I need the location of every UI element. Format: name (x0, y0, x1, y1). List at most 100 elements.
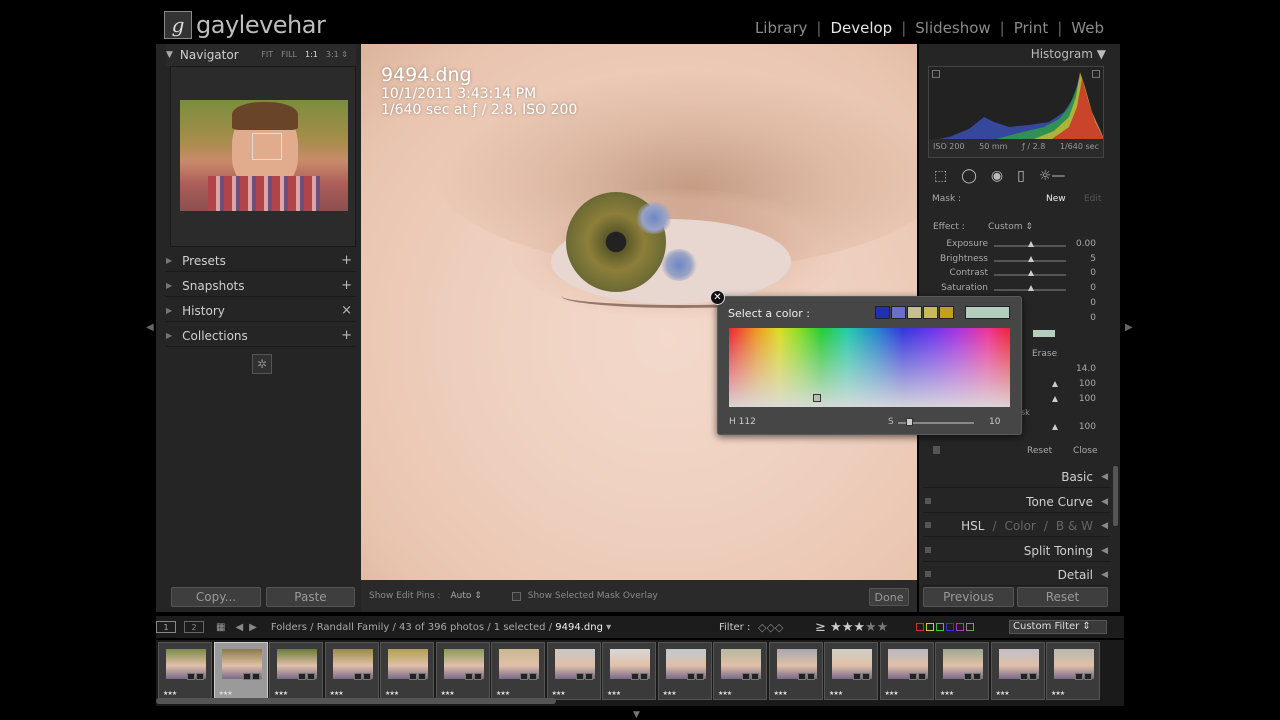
swatch-3[interactable] (907, 306, 922, 319)
tab-color[interactable]: Color (1005, 519, 1036, 533)
brush-close-button[interactable]: Close (1073, 446, 1098, 456)
panel-switch-icon[interactable] (925, 571, 931, 577)
graduated-filter-icon[interactable]: ▯ (1017, 168, 1025, 184)
zoom-fill[interactable]: FILL (281, 50, 297, 59)
filmstrip-thumbnail[interactable]: ★★★ (380, 642, 434, 700)
basic-panel-header[interactable]: Basic ◀ (923, 466, 1111, 488)
right-panel-scrollbar[interactable] (1113, 466, 1118, 526)
close-icon[interactable]: ✕ (710, 290, 725, 305)
filmstrip-thumbnail[interactable]: ★★★ (269, 642, 323, 700)
done-button[interactable]: Done (869, 588, 909, 606)
tab-hsl[interactable]: HSL (961, 519, 984, 533)
rating-filter[interactable]: ≥ ★★★★★ (815, 620, 888, 635)
crop-icon[interactable]: ⬚ (934, 168, 947, 184)
mask-edit[interactable]: Edit (1084, 194, 1101, 204)
module-slideshow[interactable]: Slideshow (913, 19, 992, 37)
forward-arrow-icon[interactable]: ▶ (249, 622, 257, 633)
filmstrip-thumbnail[interactable]: ★★★ (158, 642, 212, 700)
secondary-window-button[interactable]: 2 (184, 621, 204, 633)
zoom-1-1[interactable]: 1:1 (305, 50, 318, 59)
filmstrip-thumbnail[interactable]: ★★★ (713, 642, 767, 700)
add-preset-icon[interactable]: + (341, 253, 352, 268)
zoom-fit[interactable]: FIT (261, 50, 273, 59)
color-marker[interactable] (813, 394, 821, 402)
copy-button[interactable]: Copy... (171, 587, 261, 607)
filmstrip-thumbnail[interactable]: ★★★ (879, 642, 934, 700)
shadow-clipping-icon[interactable] (932, 70, 940, 78)
module-print[interactable]: Print (1012, 19, 1051, 37)
brightness-slider[interactable]: Brightness 5 (928, 254, 1106, 268)
saturation-slider[interactable]: Saturation 0 (928, 283, 1106, 297)
filmstrip-thumbnail[interactable]: ★★★ (935, 642, 989, 700)
filmstrip-thumbnail[interactable]: ★★★ (824, 642, 878, 700)
bottom-panel-toggle-icon[interactable]: ▼ (633, 710, 640, 720)
filmstrip-thumbnail[interactable]: ★★★ (1046, 642, 1100, 700)
swatch-5[interactable] (939, 306, 954, 319)
detail-panel-header[interactable]: Detail ◀ (923, 564, 1111, 586)
navigator-thumbnail[interactable] (180, 100, 348, 211)
filmstrip-scrollbar[interactable] (156, 698, 556, 704)
clear-history-icon[interactable]: × (341, 303, 352, 318)
saturation-slider-knob[interactable] (905, 418, 913, 426)
module-web[interactable]: Web (1069, 19, 1106, 37)
reset-button[interactable]: Reset (1017, 587, 1108, 607)
previous-button[interactable]: Previous (923, 587, 1014, 607)
panel-switch-icon[interactable] (925, 498, 931, 504)
panel-switch-icon[interactable] (925, 547, 931, 553)
snapshots-panel-header[interactable]: ▶ Snapshots + (166, 275, 356, 297)
collections-panel-header[interactable]: ▶ Collections + (166, 325, 356, 347)
filmstrip-thumbnail[interactable]: ★★★ (602, 642, 656, 700)
paste-button[interactable]: Paste (266, 587, 355, 607)
color-spectrum[interactable] (729, 328, 1010, 407)
mask-overlay-checkbox[interactable] (511, 591, 521, 601)
filmstrip-thumbnail[interactable]: ★★★ (213, 642, 268, 700)
panel-switch-icon[interactable] (925, 522, 931, 528)
tone-curve-panel-header[interactable]: Tone Curve ◀ (923, 491, 1111, 513)
filmstrip-thumbnail[interactable]: ★★★ (768, 642, 823, 700)
exposure-slider[interactable]: Exposure 0.00 (928, 239, 1106, 253)
grid-view-icon[interactable]: ▦ (216, 622, 225, 633)
filmstrip-thumbnail[interactable]: ★★★ (491, 642, 545, 700)
histogram-header[interactable]: Histogram ▼ (1031, 47, 1106, 61)
primary-window-button[interactable]: 1 (156, 621, 176, 633)
history-panel-header[interactable]: ▶ History × (166, 300, 356, 322)
custom-filter-select[interactable]: Custom Filter ⇕ (1009, 620, 1107, 634)
brush-reset-button[interactable]: Reset (1027, 446, 1052, 456)
highlight-clipping-icon[interactable] (1092, 70, 1100, 78)
swatch-2[interactable] (891, 306, 906, 319)
presets-panel-header[interactable]: ▶ Presets + (166, 250, 356, 272)
filmstrip-thumbnail[interactable]: ★★★ (324, 642, 379, 700)
brush-toggle-icon[interactable] (933, 446, 940, 454)
module-develop[interactable]: Develop (828, 19, 894, 37)
navigator-zoom-rect[interactable] (252, 133, 282, 160)
back-arrow-icon[interactable]: ◀ (235, 622, 243, 633)
erase-tab[interactable]: Erase (1032, 349, 1057, 359)
zoom-3-1[interactable]: 3:1 ⇕ (326, 50, 348, 59)
add-snapshot-icon[interactable]: + (341, 278, 352, 293)
red-eye-icon[interactable]: ◉ (991, 168, 1003, 184)
flag-filter-icon[interactable]: ◇◇◇ (758, 621, 783, 634)
spot-removal-icon[interactable]: ◯ (961, 168, 977, 184)
edit-pins-label: Show Edit Pins : (369, 591, 441, 601)
split-toning-panel-header[interactable]: Split Toning ◀ (923, 540, 1111, 562)
module-library[interactable]: Library (753, 19, 809, 37)
navigator-header[interactable]: ▼ Navigator FIT FILL 1:1 3:1 ⇕ (166, 44, 356, 66)
mask-new[interactable]: New (1046, 194, 1066, 204)
swatch-1[interactable] (875, 306, 890, 319)
hsl-panel-header[interactable]: HSL / Color / B & W ◀ (923, 515, 1111, 537)
edit-pins-select[interactable]: Auto ⇕ (450, 591, 481, 601)
filmstrip-thumbnail[interactable]: ★★★ (990, 642, 1045, 700)
tab-bw[interactable]: B & W (1056, 519, 1093, 533)
filmstrip-thumbnail[interactable]: ★★★ (546, 642, 601, 700)
left-panel-toggle-icon[interactable]: ◀ (146, 322, 154, 333)
adjustment-brush-icon[interactable]: ☼— (1039, 168, 1066, 184)
breadcrumb[interactable]: Folders / Randall Family / 43 of 396 pho… (271, 622, 611, 633)
filmstrip-thumbnail[interactable]: ★★★ (657, 642, 712, 700)
add-collection-icon[interactable]: + (341, 328, 352, 343)
contrast-slider[interactable]: Contrast 0 (928, 268, 1106, 282)
swatch-4[interactable] (923, 306, 938, 319)
effect-select[interactable]: Custom ⇕ (988, 222, 1033, 232)
right-panel-toggle-icon[interactable]: ▶ (1125, 322, 1133, 333)
filmstrip-thumbnail[interactable]: ★★★ (435, 642, 490, 700)
mask-color-swatch[interactable] (1033, 330, 1055, 337)
